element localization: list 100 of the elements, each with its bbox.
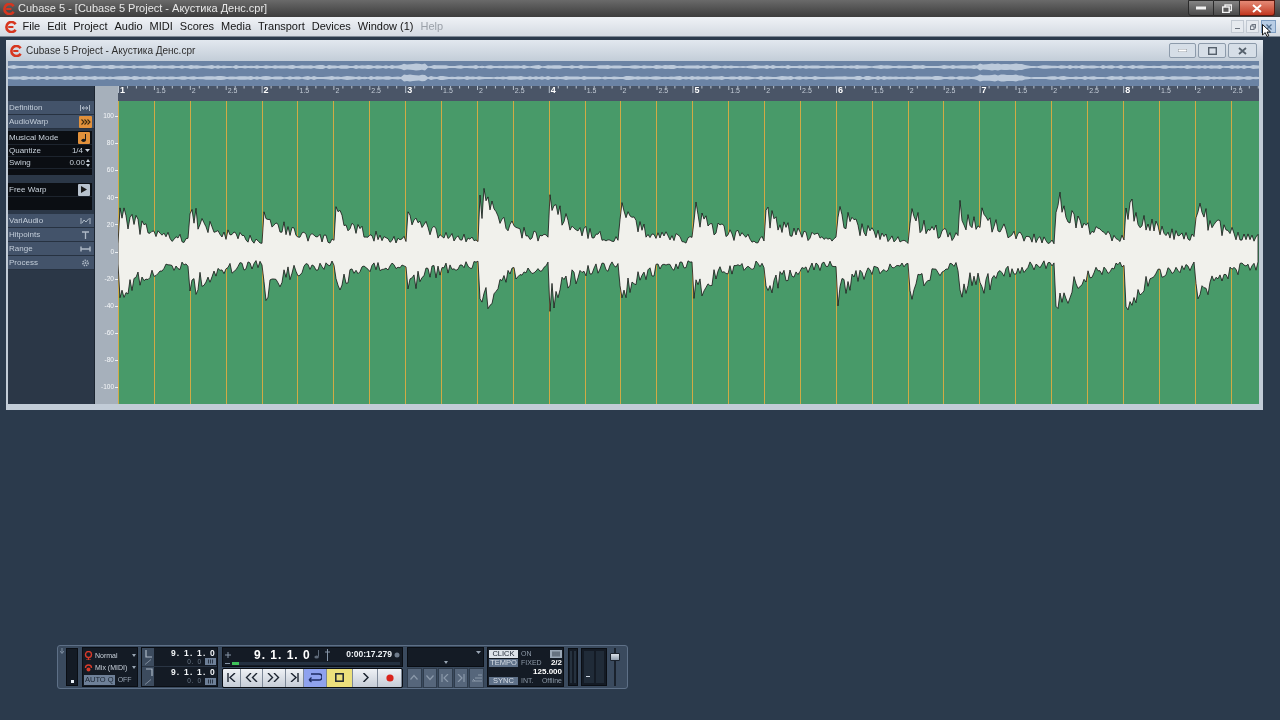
previous-marker-icon: [441, 673, 450, 682]
menu-item[interactable]: Transport: [254, 21, 309, 32]
secondary-time: 0:00:17.279: [346, 650, 392, 659]
skip-forward-icon: [289, 673, 299, 682]
caret-icon: [85, 149, 90, 152]
channel-meter-drawing: [568, 648, 578, 686]
go-to-end-button[interactable]: [285, 668, 304, 687]
number-field[interactable]: 0.00: [69, 158, 90, 167]
close-button[interactable]: [1240, 0, 1275, 16]
minimize-icon: [1235, 28, 1240, 29]
play-button[interactable]: [353, 668, 379, 687]
right-locator-icon: [143, 668, 153, 677]
section-header[interactable]: Definition: [8, 101, 94, 115]
down-arrow-icon: [60, 648, 64, 654]
master-meter-drawing: [581, 648, 607, 686]
menu-item[interactable]: MIDI: [146, 21, 177, 32]
field-label: Swing: [9, 158, 31, 167]
restore-icon: [1249, 23, 1256, 30]
restore-icon: [1221, 3, 1232, 13]
logo-icon: [3, 2, 15, 15]
menu-item[interactable]: Window (1): [354, 21, 417, 32]
toggle-button[interactable]: [78, 183, 90, 196]
input-meter-drawing: [66, 648, 78, 686]
stop-icon: [335, 673, 345, 682]
logo-icon: [5, 20, 17, 33]
minimize-icon: [1196, 6, 1206, 10]
bar-number: 2: [263, 86, 269, 95]
volume-slider-track[interactable]: [609, 648, 621, 686]
next-marker-icon: [457, 673, 466, 682]
bar-number: 6: [837, 86, 843, 95]
circle-icon: [394, 651, 400, 658]
fast-forward-button[interactable]: [262, 668, 286, 687]
restore-button[interactable]: [1214, 0, 1240, 16]
locator-position: 9. 1. 1. 0: [170, 648, 216, 658]
add-marker-icon: [471, 673, 482, 682]
minus-icon: [225, 663, 230, 664]
record-button[interactable]: [378, 668, 402, 687]
slash-icon: [144, 679, 152, 685]
maximize-button[interactable]: [1198, 43, 1226, 58]
mouse-pointer-icon: [1262, 24, 1271, 37]
toggle-button[interactable]: [78, 131, 90, 144]
cycle-button[interactable]: [303, 668, 328, 687]
window-title: Cubase 5 - [Cubase 5 Project - Акустика Денс.cpr]: [18, 3, 268, 14]
caret-icon: [443, 660, 448, 664]
menu-item[interactable]: Media: [217, 21, 255, 32]
down-chevron-icon: [425, 674, 434, 681]
section-header[interactable]: VariAudio: [8, 214, 94, 228]
toggle-label: Free Warp: [9, 185, 47, 194]
loop-icon: [308, 672, 322, 683]
slash-icon: [144, 659, 152, 666]
caret-icon: [132, 653, 136, 657]
record-mode-icon: [84, 650, 93, 660]
bar-number: 5: [694, 86, 700, 95]
marker-dropdown[interactable]: [407, 646, 484, 667]
menu-item[interactable]: Scores: [176, 21, 218, 32]
caret-icon: [132, 666, 136, 669]
note-icon: [313, 650, 320, 659]
section-header[interactable]: Range: [8, 242, 94, 256]
logo-icon: [10, 44, 22, 57]
bar-number: 4: [550, 86, 556, 95]
rewind-button[interactable]: [240, 668, 263, 687]
stop-button[interactable]: [327, 668, 354, 687]
caret-icon: [476, 650, 481, 654]
primary-time: 9. 1. 1. 0: [254, 648, 311, 661]
time-signature: 2/2: [550, 658, 562, 667]
menu-item[interactable]: Audio: [110, 21, 147, 32]
fast-forward-icon: [267, 673, 281, 682]
close-icon: [1238, 46, 1247, 55]
bar-number: 3: [407, 86, 413, 95]
bar-number: 1: [120, 86, 125, 95]
slider-thumb[interactable]: [610, 652, 620, 661]
note-icon: [81, 133, 87, 142]
menu-item[interactable]: Edit: [43, 21, 70, 32]
menu-item[interactable]: Project: [69, 21, 111, 32]
spinner-arrows-icon: [86, 158, 90, 167]
section-header[interactable]: Process: [8, 256, 94, 270]
skip-back-icon: [226, 673, 236, 682]
record-icon: [385, 673, 394, 682]
bar-number: 8: [1125, 86, 1131, 95]
section-header[interactable]: AudioWarp: [8, 115, 94, 129]
menu-item[interactable]: File: [19, 21, 44, 32]
maximize-icon: [1207, 46, 1217, 55]
minimize-button[interactable]: [1188, 0, 1214, 16]
go-to-start-button[interactable]: [223, 668, 241, 687]
window-title: Cubase 5 Project - Акустика Денс.cpr: [26, 45, 196, 56]
locator-position: 9. 1. 1. 0: [170, 667, 216, 677]
field-label: Quantize: [9, 146, 42, 155]
play-icon: [361, 673, 369, 682]
cycle-record-icon: [84, 663, 93, 672]
play-icon: [81, 186, 87, 193]
marker-line-icon: [324, 648, 330, 661]
plus-icon: [225, 651, 231, 658]
menu-item[interactable]: Devices: [308, 21, 355, 32]
minimize-icon: [1178, 49, 1187, 52]
close-icon: [1252, 3, 1262, 13]
up-chevron-icon: [410, 674, 419, 681]
rewind-icon: [244, 673, 258, 682]
section-header[interactable]: Hitpoints: [8, 228, 94, 242]
tempo-value: 125.000: [533, 667, 562, 676]
dropdown-field[interactable]: 1/4: [71, 146, 90, 155]
